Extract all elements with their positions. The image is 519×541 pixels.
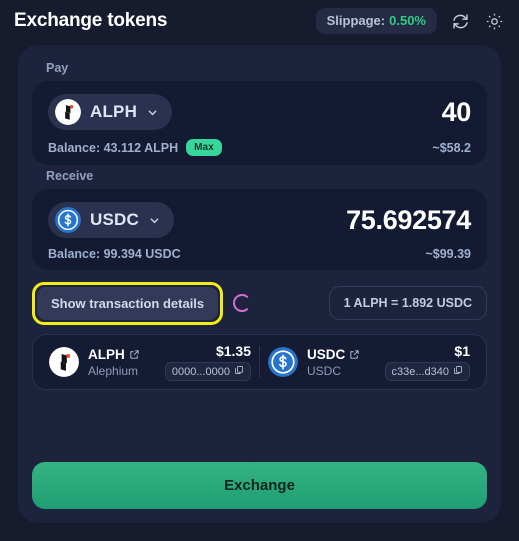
token-info-usdc-address: c33e...d340 <box>391 365 450 378</box>
token-info-usdc: USDC USDC $1 c33e...d340 <box>262 343 476 381</box>
pay-panel: ALPH 40 Balance: 43.112 ALPH Max ~$58.2 <box>32 81 487 165</box>
copy-icon[interactable] <box>453 365 463 378</box>
receive-panel: USDC 75.692574 Balance: 99.394 USDC ~$99… <box>32 189 487 270</box>
pay-label: Pay <box>46 61 69 75</box>
usdc-logo-icon <box>268 347 298 377</box>
token-info-usdc-text: USDC USDC <box>307 347 376 378</box>
pay-balance-row: Balance: 43.112 ALPH Max <box>48 139 222 156</box>
gear-icon[interactable] <box>483 10 505 32</box>
token-info-alph-subtitle: Alephium <box>88 363 139 378</box>
exchange-rate-badge[interactable]: 1 ALPH = 1.892 USDC <box>328 286 487 320</box>
slippage-label: Slippage: <box>326 13 386 28</box>
refresh-icon[interactable] <box>449 10 471 32</box>
token-info-alph-name: ALPH <box>88 346 125 362</box>
token-info-alph-address-chip[interactable]: 0000...0000 <box>164 362 251 381</box>
token-info-alph-text: ALPH Alephium <box>88 347 156 378</box>
receive-balance-text: Balance: 99.394 USDC <box>48 247 181 261</box>
token-info-alph: ALPH Alephium $1.35 0000...0000 <box>43 343 257 381</box>
exchange-app: Exchange tokens Slippage: 0.50% Pay ALPH… <box>0 0 519 541</box>
receive-token-selector[interactable]: USDC <box>48 202 174 238</box>
token-info-usdc-subtitle: USDC <box>307 363 342 378</box>
token-info-usdc-right: $1 c33e...d340 <box>384 343 470 381</box>
token-info-usdc-name-row: USDC <box>307 347 376 362</box>
alph-logo-icon <box>55 99 81 125</box>
receive-label: Receive <box>46 169 94 183</box>
slippage-badge[interactable]: Slippage: 0.50% <box>315 8 437 34</box>
external-link-icon[interactable] <box>129 349 140 360</box>
details-row: Show transaction details 1 ALPH = 1.892 … <box>32 281 487 325</box>
token-info-usdc-name: USDC <box>307 346 346 362</box>
token-info-alph-right: $1.35 0000...0000 <box>164 343 251 381</box>
app-header: Exchange tokens Slippage: 0.50% <box>0 0 519 42</box>
token-info-alph-name-row: ALPH <box>88 347 156 362</box>
pay-amount-input[interactable]: 40 <box>442 97 472 128</box>
exchange-card: Pay ALPH 40 Balance: 43.112 ALPH Max ~$5… <box>18 45 501 523</box>
show-details-focus-ring: Show transaction details <box>32 281 224 325</box>
loading-spinner <box>233 294 252 312</box>
token-info-usdc-address-chip[interactable]: c33e...d340 <box>384 362 470 381</box>
token-info-divider <box>259 346 260 378</box>
page-title: Exchange tokens <box>14 10 168 31</box>
pay-token-selector[interactable]: ALPH <box>48 94 173 130</box>
pay-balance-text: Balance: 43.112 ALPH <box>48 140 179 155</box>
pay-usd-value: ~$58.2 <box>432 140 471 155</box>
token-info-row: ALPH Alephium $1.35 0000...0000 USDC USD… <box>32 334 487 390</box>
receive-amount-input[interactable]: 75.692574 <box>346 205 471 236</box>
chevron-down-icon <box>148 214 161 227</box>
max-button[interactable]: Max <box>186 139 222 156</box>
usdc-logo-icon <box>55 207 81 233</box>
token-info-alph-address: 0000...0000 <box>171 365 230 378</box>
receive-usd-value: ~$99.39 <box>425 247 471 261</box>
show-transaction-details-button[interactable]: Show transaction details <box>37 286 219 320</box>
token-info-usdc-price: $1 <box>454 343 470 359</box>
token-info-alph-price: $1.35 <box>215 343 251 359</box>
external-link-icon[interactable] <box>349 349 360 360</box>
exchange-button[interactable]: Exchange <box>32 462 487 509</box>
receive-token-symbol: USDC <box>90 210 139 229</box>
chevron-down-icon <box>146 106 159 119</box>
header-actions: Slippage: 0.50% <box>315 8 505 34</box>
pay-token-symbol: ALPH <box>90 102 138 121</box>
slippage-value: 0.50% <box>389 13 426 28</box>
receive-balance-row: Balance: 99.394 USDC <box>48 247 181 261</box>
copy-icon[interactable] <box>234 365 244 378</box>
alph-logo-icon <box>49 347 79 377</box>
